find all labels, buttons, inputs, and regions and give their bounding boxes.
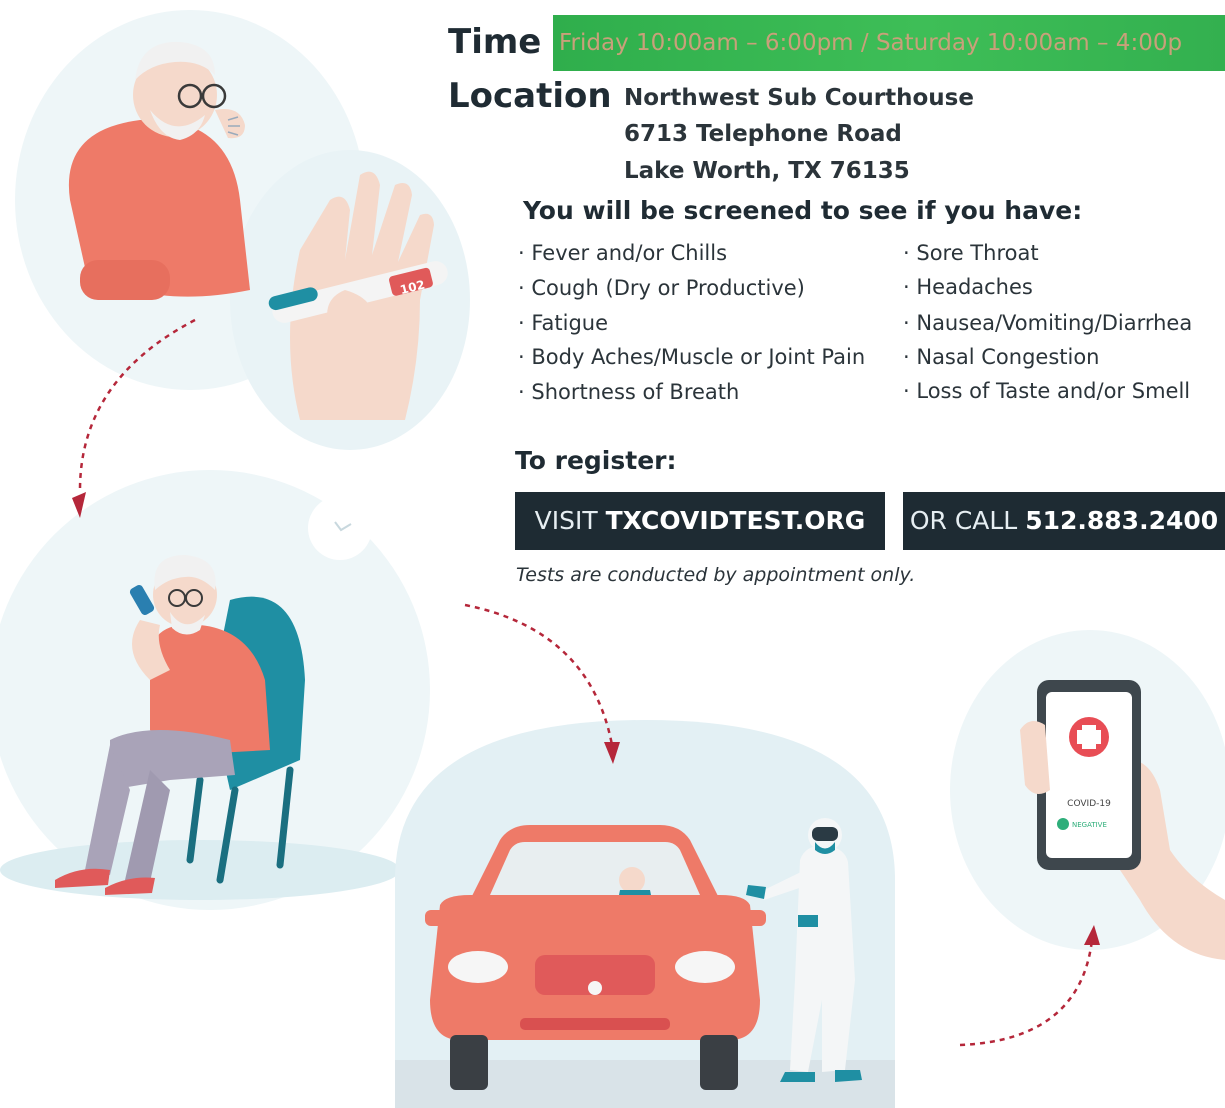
floor-shadow [0, 840, 400, 900]
call-phone-button[interactable]: OR CALL 512.883.2400 [903, 492, 1225, 550]
symptom-left-5: Shortness of Breath [518, 380, 739, 404]
visit-website-button[interactable]: VISIT TXCOVIDTEST.ORG [515, 492, 885, 550]
symptom-right-4: Nasal Congestion [903, 345, 1099, 369]
symptom-right-5: Loss of Taste and/or Smell [903, 379, 1190, 403]
phone-result-status: NEGATIVE [1072, 821, 1107, 829]
location-line-3: Lake Worth, TX 76135 [624, 158, 910, 184]
illustration-layer: 102 COVID-19 NEGATIVE [0, 10, 1225, 1108]
time-value-bar: Friday 10:00am – 6:00pm / Saturday 10:00… [553, 15, 1225, 71]
symptom-left-4: Body Aches/Muscle or Joint Pain [518, 345, 865, 369]
phone-result-title: COVID-19 [1067, 799, 1111, 809]
symptom-left-3: Fatigue [518, 311, 608, 335]
symptom-left-2: Cough (Dry or Productive) [518, 276, 805, 300]
screening-heading: You will be screened to see if you have: [523, 196, 1083, 225]
call-prefix: OR CALL [909, 506, 1018, 535]
location-label: Location [448, 76, 612, 116]
call-number-link[interactable]: 512.883.2400 [1025, 506, 1218, 535]
symptom-right-2: Headaches [903, 275, 1033, 299]
register-heading: To register: [515, 446, 677, 475]
visit-site-link[interactable]: TXCOVIDTEST.ORG [606, 506, 866, 535]
location-line-2: 6713 Telephone Road [624, 121, 902, 147]
appointment-note: Tests are conducted by appointment only. [516, 564, 916, 586]
visit-prefix: VISIT [534, 506, 598, 535]
symptom-left-1: Fever and/or Chills [518, 241, 727, 265]
location-line-1: Northwest Sub Courthouse [624, 85, 974, 111]
symptom-right-1: Sore Throat [903, 241, 1038, 265]
symptom-right-3: Nausea/Vomiting/Diarrhea [903, 311, 1192, 335]
time-label: Time [448, 22, 542, 62]
